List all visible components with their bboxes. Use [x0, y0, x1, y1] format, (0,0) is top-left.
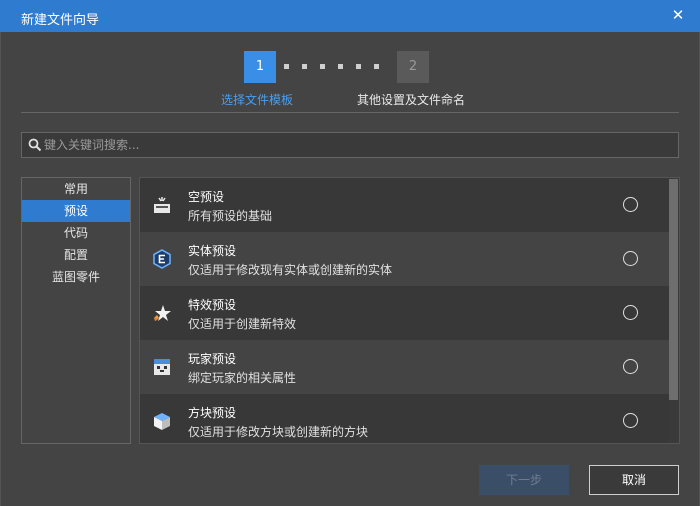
- template-desc: 绑定玩家的相关属性: [188, 371, 297, 385]
- template-name: 空预设: [188, 190, 225, 204]
- empty-preset-icon: [154, 197, 170, 213]
- step-1-label: 选择文件模板: [221, 93, 294, 107]
- category-preset[interactable]: 预设: [22, 200, 130, 222]
- header-divider: [21, 112, 679, 113]
- template-list: 空预设 所有预设的基础 实体预设 仅适用于修改现有实体或创建新的实体 特效预设 …: [139, 177, 680, 444]
- search-icon: [28, 138, 42, 152]
- template-desc: 所有预设的基础: [188, 209, 273, 223]
- block-preset-icon: [154, 413, 170, 430]
- category-config[interactable]: 配置: [22, 244, 130, 266]
- template-radio[interactable]: [623, 197, 638, 212]
- effect-preset-icon: [154, 305, 171, 321]
- step-2-indicator: 2: [397, 51, 429, 83]
- template-item-entity[interactable]: 实体预设 仅适用于修改现有实体或创建新的实体: [140, 232, 669, 286]
- template-item-effect[interactable]: 特效预设 仅适用于创建新特效: [140, 286, 669, 340]
- template-name: 实体预设: [188, 244, 237, 258]
- player-preset-icon: [154, 359, 170, 375]
- template-radio[interactable]: [623, 359, 638, 374]
- category-list: 常用 预设 代码 配置 蓝图零件: [21, 177, 131, 444]
- template-item-block[interactable]: 方块预设 仅适用于修改方块或创建新的方块: [140, 394, 669, 443]
- close-icon[interactable]: ✕: [670, 7, 686, 23]
- template-item-player[interactable]: 玩家预设 绑定玩家的相关属性: [140, 340, 669, 394]
- template-radio[interactable]: [623, 305, 638, 320]
- search-box[interactable]: [21, 132, 679, 158]
- entity-preset-icon: [153, 249, 171, 269]
- title-bar: 新建文件向导 ✕: [0, 0, 700, 32]
- template-name: 玩家预设: [188, 352, 237, 366]
- window-title: 新建文件向导: [21, 13, 100, 28]
- step-progress-dots: [284, 64, 388, 70]
- category-code[interactable]: 代码: [22, 222, 130, 244]
- step-1-indicator: 1: [244, 51, 276, 83]
- category-common[interactable]: 常用: [22, 178, 130, 200]
- template-item-empty[interactable]: 空预设 所有预设的基础: [140, 178, 669, 232]
- list-scrollbar[interactable]: [669, 179, 678, 400]
- template-radio[interactable]: [623, 251, 638, 266]
- cancel-button[interactable]: 取消: [589, 465, 679, 495]
- template-name: 特效预设: [188, 298, 237, 312]
- template-radio[interactable]: [623, 413, 638, 428]
- category-blueprint-parts[interactable]: 蓝图零件: [22, 266, 130, 288]
- template-desc: 仅适用于修改现有实体或创建新的实体: [188, 263, 393, 277]
- template-name: 方块预设: [188, 406, 237, 420]
- next-button[interactable]: 下一步: [479, 465, 569, 495]
- template-desc: 仅适用于创建新特效: [188, 317, 297, 331]
- template-desc: 仅适用于修改方块或创建新的方块: [188, 425, 369, 439]
- step-2-label: 其他设置及文件命名: [357, 93, 466, 107]
- search-input[interactable]: [44, 136, 664, 154]
